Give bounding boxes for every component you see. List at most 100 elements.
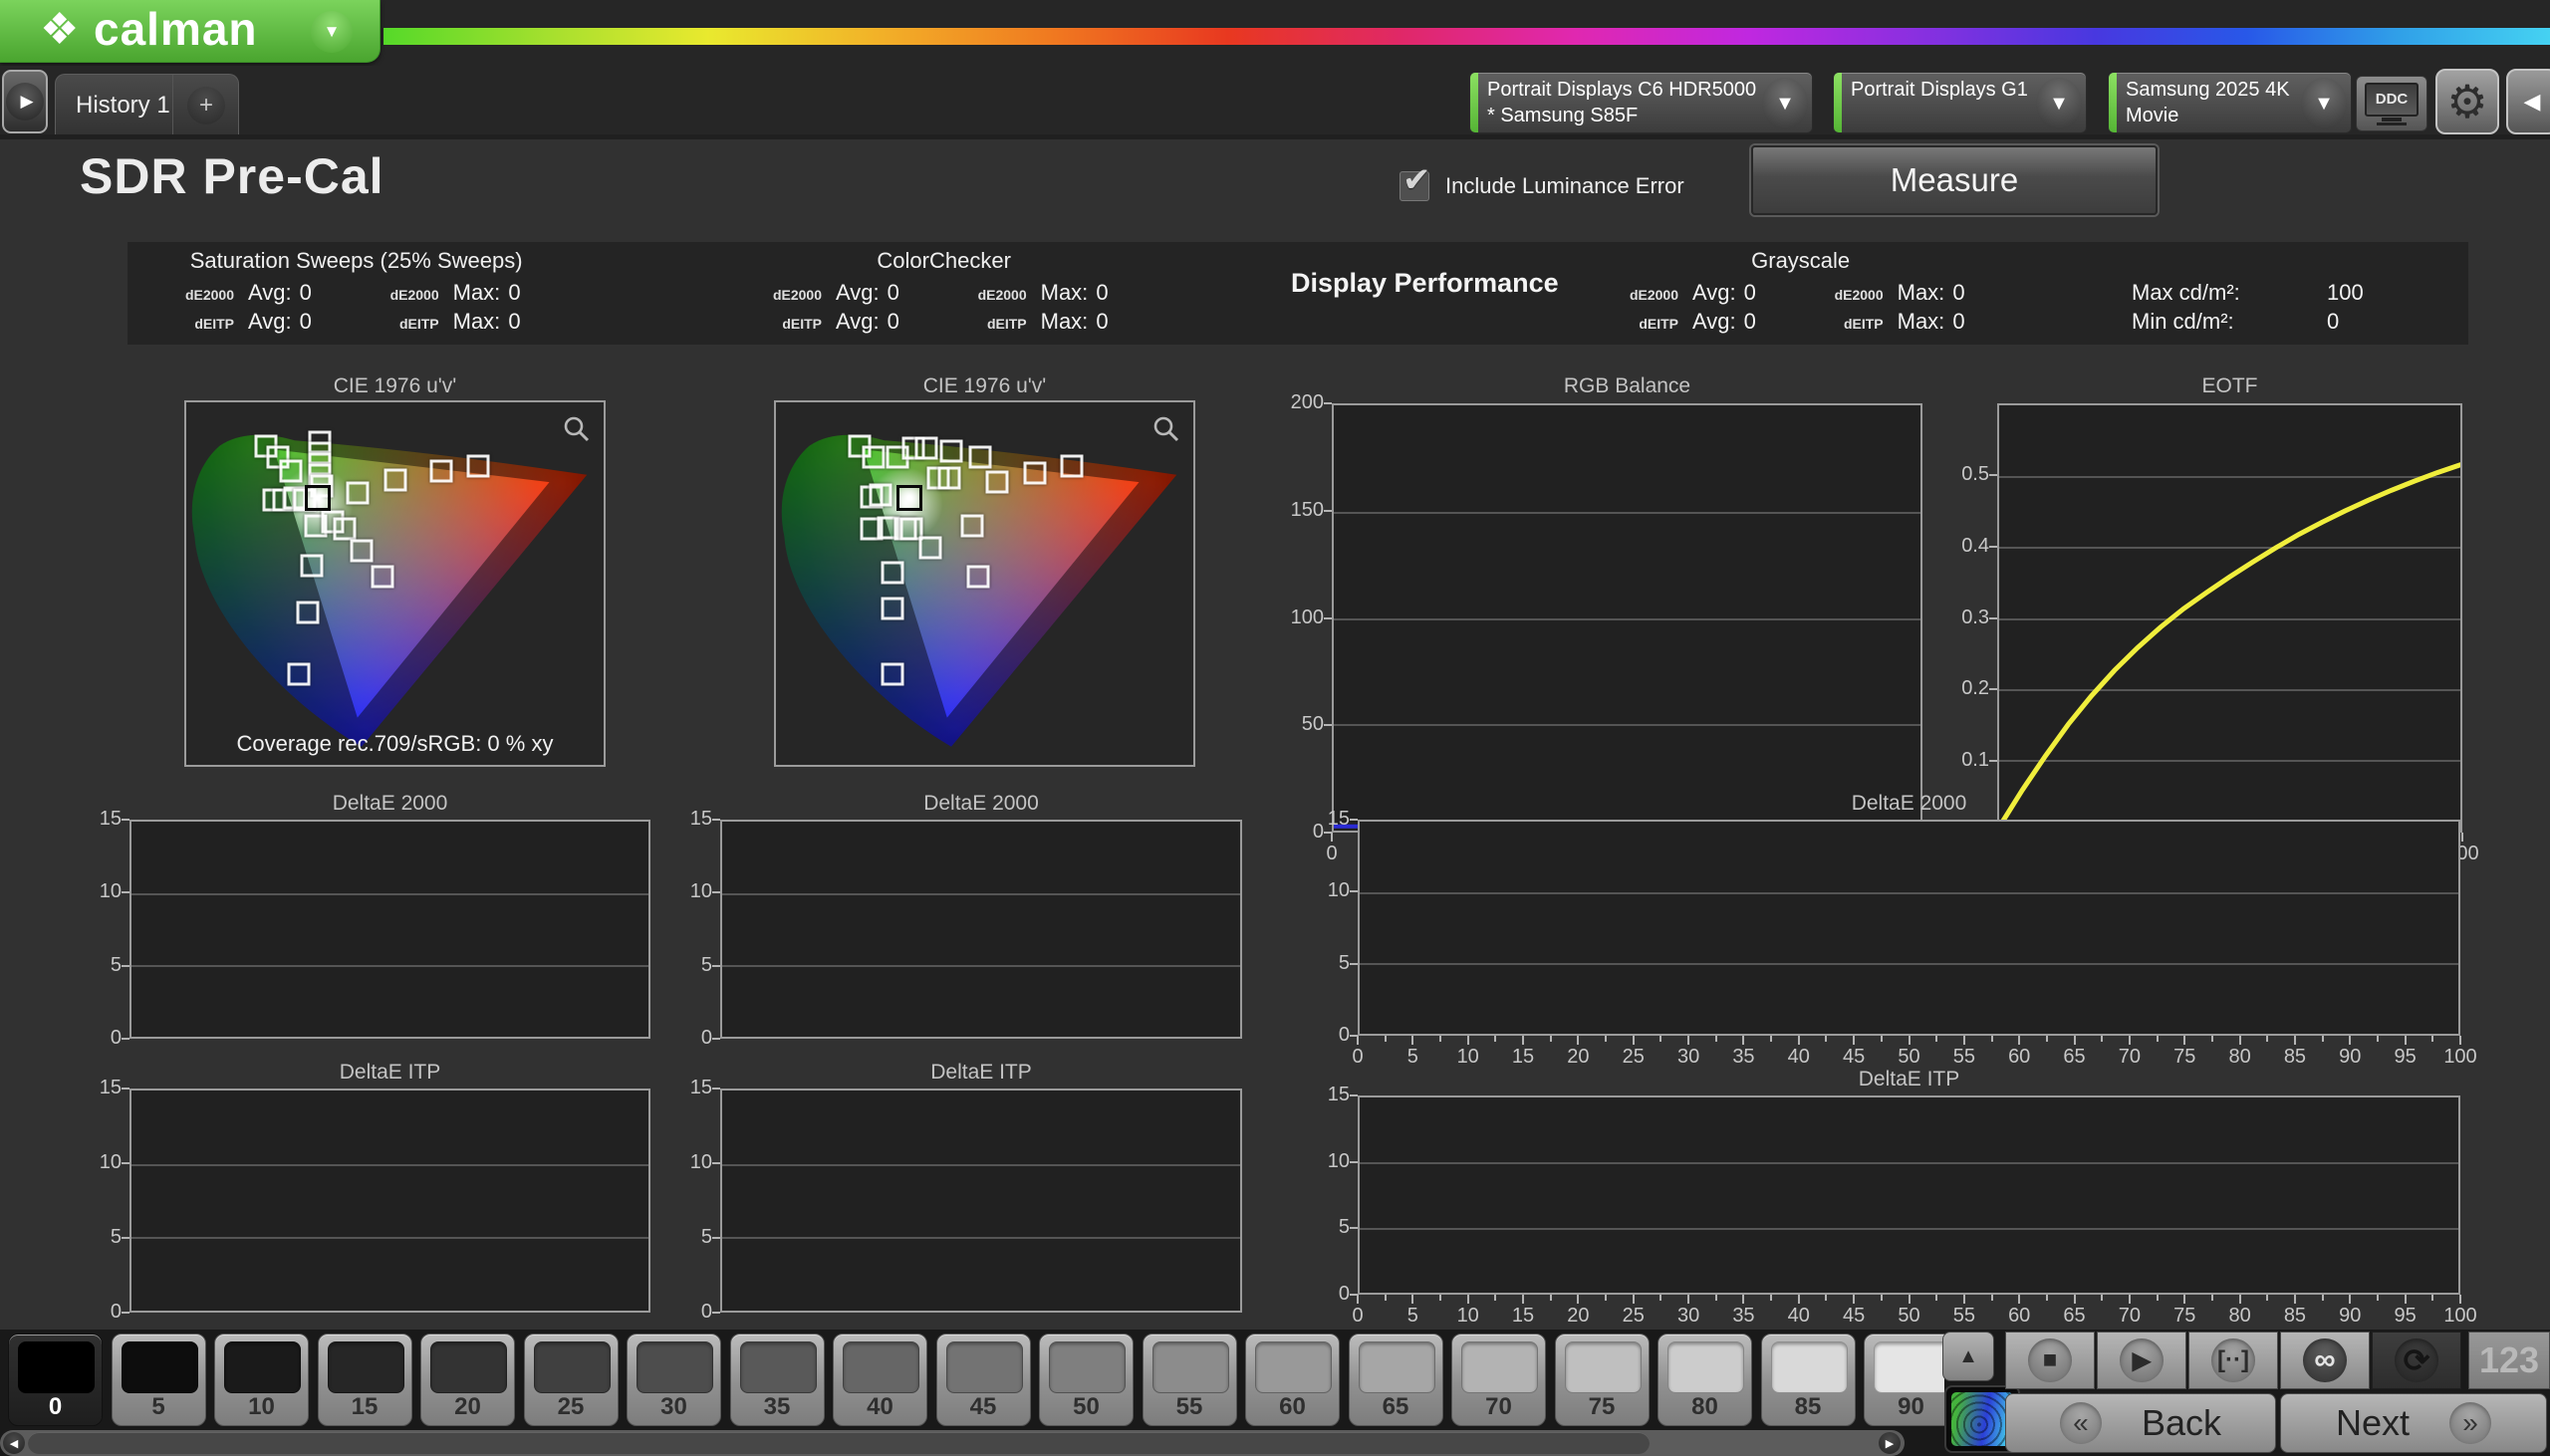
summary-stats-bar: Display Performance Saturation Sweeps (2… (128, 242, 2468, 345)
color-target-marker (882, 562, 904, 585)
x-axis-tick-label: 10 (1446, 1046, 1490, 1069)
gray-swatch (1667, 1341, 1744, 1393)
x-axis-tick-label: 30 (1666, 1305, 1710, 1328)
step-button-70[interactable]: 70 (1451, 1334, 1546, 1426)
stat-label: Avg: (1692, 309, 1736, 335)
step-button-25[interactable]: 25 (524, 1334, 619, 1426)
gray-swatch (1359, 1341, 1435, 1393)
step-button-75[interactable]: 75 (1555, 1334, 1650, 1426)
double-chevron-right-icon: » (2449, 1402, 2491, 1444)
tab-history-1[interactable]: History 1 + (55, 74, 239, 136)
gray-swatch (946, 1341, 1023, 1393)
play-button[interactable]: ▶ (2097, 1332, 2186, 1389)
scrollbar-thumb[interactable] (28, 1432, 1650, 1454)
loop-continuous-button[interactable]: ∞ (2280, 1332, 2370, 1389)
x-axis-tick-label: 15 (1501, 1046, 1545, 1069)
x-axis-tick (2018, 1036, 2020, 1045)
step-button-40[interactable]: 40 (833, 1334, 927, 1426)
pattern-list-up-button[interactable]: ▲ (1942, 1332, 1994, 1381)
stat-row: dEITPAvg:0dEITPMax:0 (1594, 309, 2007, 338)
magnifier-icon[interactable] (562, 414, 592, 449)
step-button-60[interactable]: 60 (1245, 1334, 1340, 1426)
meter-dropdown-2[interactable]: Portrait Displays G1▼ (1833, 72, 2087, 133)
step-button-85[interactable]: 85 (1761, 1334, 1856, 1426)
step-button-20[interactable]: 20 (420, 1334, 515, 1426)
bottom-control-bar: 051015202530354045505560657075808590 ◀ ▶… (0, 1330, 2550, 1456)
checkbox-icon[interactable]: ✔ (1400, 171, 1429, 201)
color-target-marker (882, 663, 904, 686)
measure-button[interactable]: Measure (1751, 145, 2158, 215)
x-axis-tick-label: 45 (1832, 1305, 1876, 1328)
dropdown-button[interactable]: ▼ (2036, 78, 2082, 129)
step-button-50[interactable]: 50 (1039, 1334, 1134, 1426)
step-button-45[interactable]: 45 (936, 1334, 1031, 1426)
color-target-marker (467, 454, 490, 477)
scroll-left-icon[interactable]: ◀ (3, 1432, 25, 1454)
add-tab-button[interactable]: + (172, 75, 239, 136)
meter-line1: Samsung 2025 4K (2126, 79, 2290, 102)
step-button-10[interactable]: 10 (214, 1334, 309, 1426)
x-axis-tick (2294, 1295, 2296, 1304)
scroll-right-icon[interactable]: ▶ (1879, 1432, 1901, 1454)
calman-logo[interactable]: ❖ calman ▼ (0, 0, 381, 63)
next-button[interactable]: Next » (2280, 1393, 2547, 1453)
pattern-scrollbar[interactable]: ◀ ▶ (0, 1430, 1905, 1456)
x-axis-tick (2461, 833, 2463, 842)
ddc-button[interactable]: DDC (2356, 76, 2427, 131)
stat-value: 0 (1096, 280, 1150, 306)
ddc-monitor-icon: DDC (2365, 83, 2419, 117)
settings-button[interactable]: ⚙ (2435, 69, 2499, 134)
x-axis-tick-label: 25 (1612, 1046, 1656, 1069)
step-button-65[interactable]: 65 (1349, 1334, 1443, 1426)
stat-label: Avg: (836, 309, 880, 335)
collapse-panel-button[interactable]: ◀ (2506, 69, 2550, 134)
y-axis-tick-label: 0.3 (1933, 607, 1989, 629)
back-button[interactable]: « Back (2005, 1393, 2276, 1453)
main-menu-button[interactable]: ▼ (311, 11, 353, 53)
step-button-5[interactable]: 5 (112, 1334, 206, 1426)
x-axis-tick (1742, 1036, 1744, 1045)
x-axis-tick (1963, 1036, 1965, 1045)
auto-advance-button[interactable]: ⟳ (2372, 1332, 2461, 1389)
include-luminance-checkbox[interactable]: ✔ Include Luminance Error (1400, 171, 1684, 201)
loop-continuous-icon: ∞ (2303, 1338, 2347, 1382)
display-performance-label: Display Performance (1291, 268, 1559, 299)
color-target-marker (937, 467, 960, 490)
x-axis-minor-tick (1825, 1036, 1827, 1042)
tab-bar: ▶ History 1 + Portrait Displays C6 HDR50… (0, 66, 2550, 136)
x-axis-tick-label: 90 (2328, 1305, 2372, 1328)
luminance-group: Max cd/m²:100Min cd/m²:0 (2132, 280, 2364, 338)
dropdown-button[interactable]: ▼ (1762, 78, 1808, 129)
step-button-35[interactable]: 35 (730, 1334, 825, 1426)
x-axis-tick (1633, 1036, 1635, 1045)
x-axis-minor-tick (1715, 1036, 1717, 1042)
y-axis-tick (1350, 963, 1358, 965)
x-axis-tick (1687, 1036, 1689, 1045)
history-nav-button[interactable]: ▶ (2, 70, 48, 133)
checkmark-icon: ✔ (1402, 160, 1431, 200)
x-axis-tick (1798, 1295, 1800, 1304)
step-button-90[interactable]: 90 (1864, 1334, 1944, 1426)
step-button-0[interactable]: 0 (8, 1334, 103, 1426)
gray-swatch (1049, 1341, 1126, 1393)
chart-plot-de2000_sat (129, 820, 650, 1039)
y-axis-tick (712, 965, 720, 967)
gridline (722, 893, 1240, 895)
y-axis-tick-label: 0 (1294, 1283, 1350, 1306)
chevron-down-icon: ▼ (1775, 93, 1795, 116)
dropdown-button[interactable]: ▼ (2301, 78, 2347, 129)
y-axis-tick (712, 1162, 720, 1164)
luminance-label: Max cd/m²: (2132, 280, 2291, 306)
step-button-30[interactable]: 30 (627, 1334, 721, 1426)
step-button-15[interactable]: 15 (318, 1334, 412, 1426)
step-button-80[interactable]: 80 (1658, 1334, 1752, 1426)
y-axis-tick (712, 819, 720, 821)
include-luminance-label: Include Luminance Error (1445, 173, 1684, 199)
meter-dropdown-1[interactable]: Portrait Displays C6 HDR5000* Samsung S8… (1469, 72, 1813, 133)
step-button-55[interactable]: 55 (1143, 1334, 1237, 1426)
play-range-button[interactable]: [··] (2188, 1332, 2278, 1389)
magnifier-icon[interactable] (1151, 414, 1181, 449)
stop-button[interactable]: ■ (2005, 1332, 2095, 1389)
y-axis-tick-label: 5 (66, 1226, 122, 1249)
meter-dropdown-3[interactable]: Samsung 2025 4KMovie▼ (2108, 72, 2352, 133)
